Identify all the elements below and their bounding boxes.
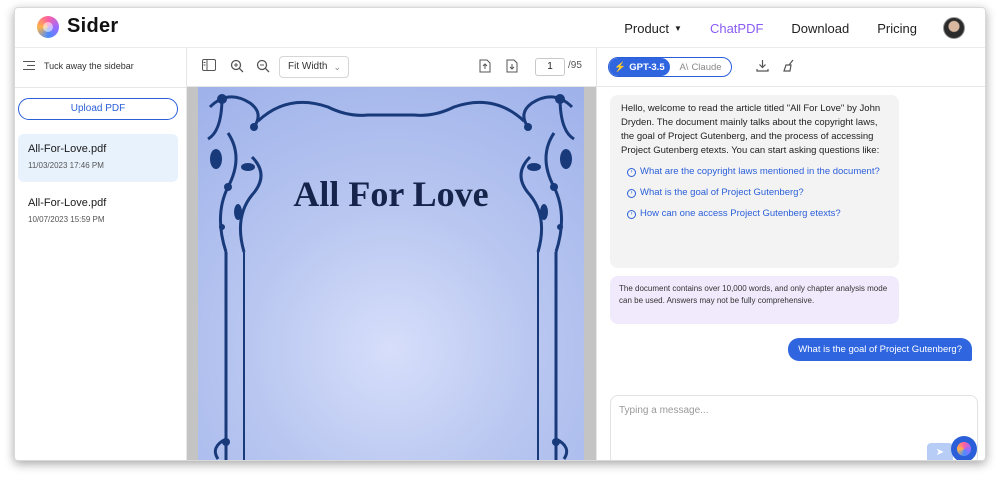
nav-pricing[interactable]: Pricing — [877, 21, 917, 36]
sidebar-toggle-icon[interactable] — [201, 59, 217, 75]
file-date: 10/07/2023 15:59 PM — [28, 215, 105, 224]
chevron-down-icon: ⌄ — [333, 62, 341, 72]
page-number-input[interactable]: 1 — [535, 58, 565, 76]
file-name: All-For-Love.pdf — [28, 197, 107, 209]
anthropic-icon: A\ — [679, 61, 689, 73]
suggestion-item[interactable]: › What are the copyright laws mentioned … — [621, 165, 888, 179]
nav-product-label: Product — [624, 20, 670, 36]
lightning-icon: ⚡ — [614, 61, 627, 73]
suggestion-text: What are the copyright laws mentioned in… — [640, 166, 880, 177]
document-title: All For Love — [293, 174, 489, 214]
file-item[interactable]: All-For-Love.pdf 10/07/2023 15:59 PM — [18, 188, 178, 236]
suggestion-text: How can one access Project Gutenberg ete… — [640, 208, 841, 219]
brain-logo-icon — [957, 442, 971, 456]
word-limit-notice: The document contains over 10,000 words,… — [610, 276, 899, 324]
send-icon: ➤ — [935, 447, 945, 458]
model-gpt-button[interactable]: ⚡ GPT-3.5 — [609, 58, 670, 76]
arrow-circle-icon: › — [627, 189, 636, 198]
nav-pricing-label: Pricing — [877, 20, 917, 36]
suggestion-text: What is the goal of Project Gutenberg? — [640, 187, 804, 198]
download-icon[interactable] — [754, 59, 770, 75]
nav-download-label: Download — [791, 20, 850, 36]
chat-panel: ⚡ GPT-3.5 A\ Claude Hello, welcome to re… — [597, 48, 985, 460]
caret-down-icon: ▼ — [674, 23, 682, 33]
file-date: 11/03/2023 17:46 PM — [28, 161, 104, 170]
suggestion-item[interactable]: › What is the goal of Project Gutenberg? — [621, 186, 888, 200]
message-composer: ➤ — [610, 395, 978, 460]
clear-broom-icon[interactable] — [780, 59, 796, 75]
next-page-icon[interactable] — [504, 59, 520, 75]
tuck-sidebar-label: Tuck away the sidebar — [44, 61, 134, 71]
previous-page-icon[interactable] — [477, 59, 493, 75]
pdf-toolbar: Fit Width ⌄ 1 /95 — [187, 48, 596, 87]
model-gpt-label: GPT-3.5 — [629, 61, 665, 73]
welcome-text: Hello, welcome to read the article title… — [621, 103, 881, 156]
model-claude-label: Claude — [691, 61, 722, 73]
pdf-page: All For Love — [198, 87, 584, 460]
top-header: Sider Product ▼ ChatPDF Download Pricing — [15, 8, 985, 48]
app-window: Sider Product ▼ ChatPDF Download Pricing… — [14, 7, 986, 461]
user-avatar[interactable] — [943, 17, 965, 39]
arrow-circle-icon: › — [627, 168, 636, 177]
collapse-sidebar-icon — [23, 61, 35, 71]
tuck-sidebar-button[interactable]: Tuck away the sidebar — [23, 61, 134, 71]
file-sidebar: Tuck away the sidebar Upload PDF All-For… — [15, 48, 187, 460]
message-input[interactable] — [619, 405, 919, 416]
zoom-out-icon[interactable] — [255, 59, 271, 75]
suggestion-item[interactable]: › How can one access Project Gutenberg e… — [621, 207, 888, 221]
ornamental-border — [207, 94, 575, 460]
page-total: /95 — [568, 60, 582, 71]
send-button[interactable]: ➤ — [927, 443, 953, 460]
zoom-in-icon[interactable] — [229, 59, 245, 75]
upload-pdf-button[interactable]: Upload PDF — [18, 98, 178, 120]
user-message: What is the goal of Project Gutenberg? — [788, 338, 972, 361]
welcome-message: Hello, welcome to read the article title… — [610, 95, 899, 268]
arrow-circle-icon: › — [627, 210, 636, 219]
brain-logo-icon — [37, 15, 59, 38]
nav-product[interactable]: Product ▼ — [624, 21, 682, 36]
model-switch: ⚡ GPT-3.5 A\ Claude — [608, 57, 732, 77]
sider-logo[interactable]: Sider — [37, 15, 119, 38]
app-name: Sider — [67, 15, 119, 37]
file-item[interactable]: All-For-Love.pdf 11/03/2023 17:46 PM — [18, 134, 178, 182]
model-claude-button[interactable]: A\ Claude — [670, 58, 731, 76]
sidebar-divider — [15, 87, 186, 88]
top-nav: Product ▼ ChatPDF Download Pricing — [596, 8, 965, 48]
nav-chatpdf-label: ChatPDF — [709, 20, 764, 36]
zoom-mode-select[interactable]: Fit Width ⌄ — [279, 56, 349, 78]
nav-chatpdf[interactable]: ChatPDF — [710, 21, 763, 36]
zoom-mode-value: Fit Width — [288, 61, 328, 72]
file-name: All-For-Love.pdf — [28, 143, 107, 155]
pdf-viewer: Fit Width ⌄ 1 /95 All For Love — [187, 48, 597, 460]
chat-toolbar: ⚡ GPT-3.5 A\ Claude — [597, 48, 985, 87]
sider-floating-button[interactable] — [951, 436, 977, 460]
nav-download[interactable]: Download — [791, 21, 849, 36]
